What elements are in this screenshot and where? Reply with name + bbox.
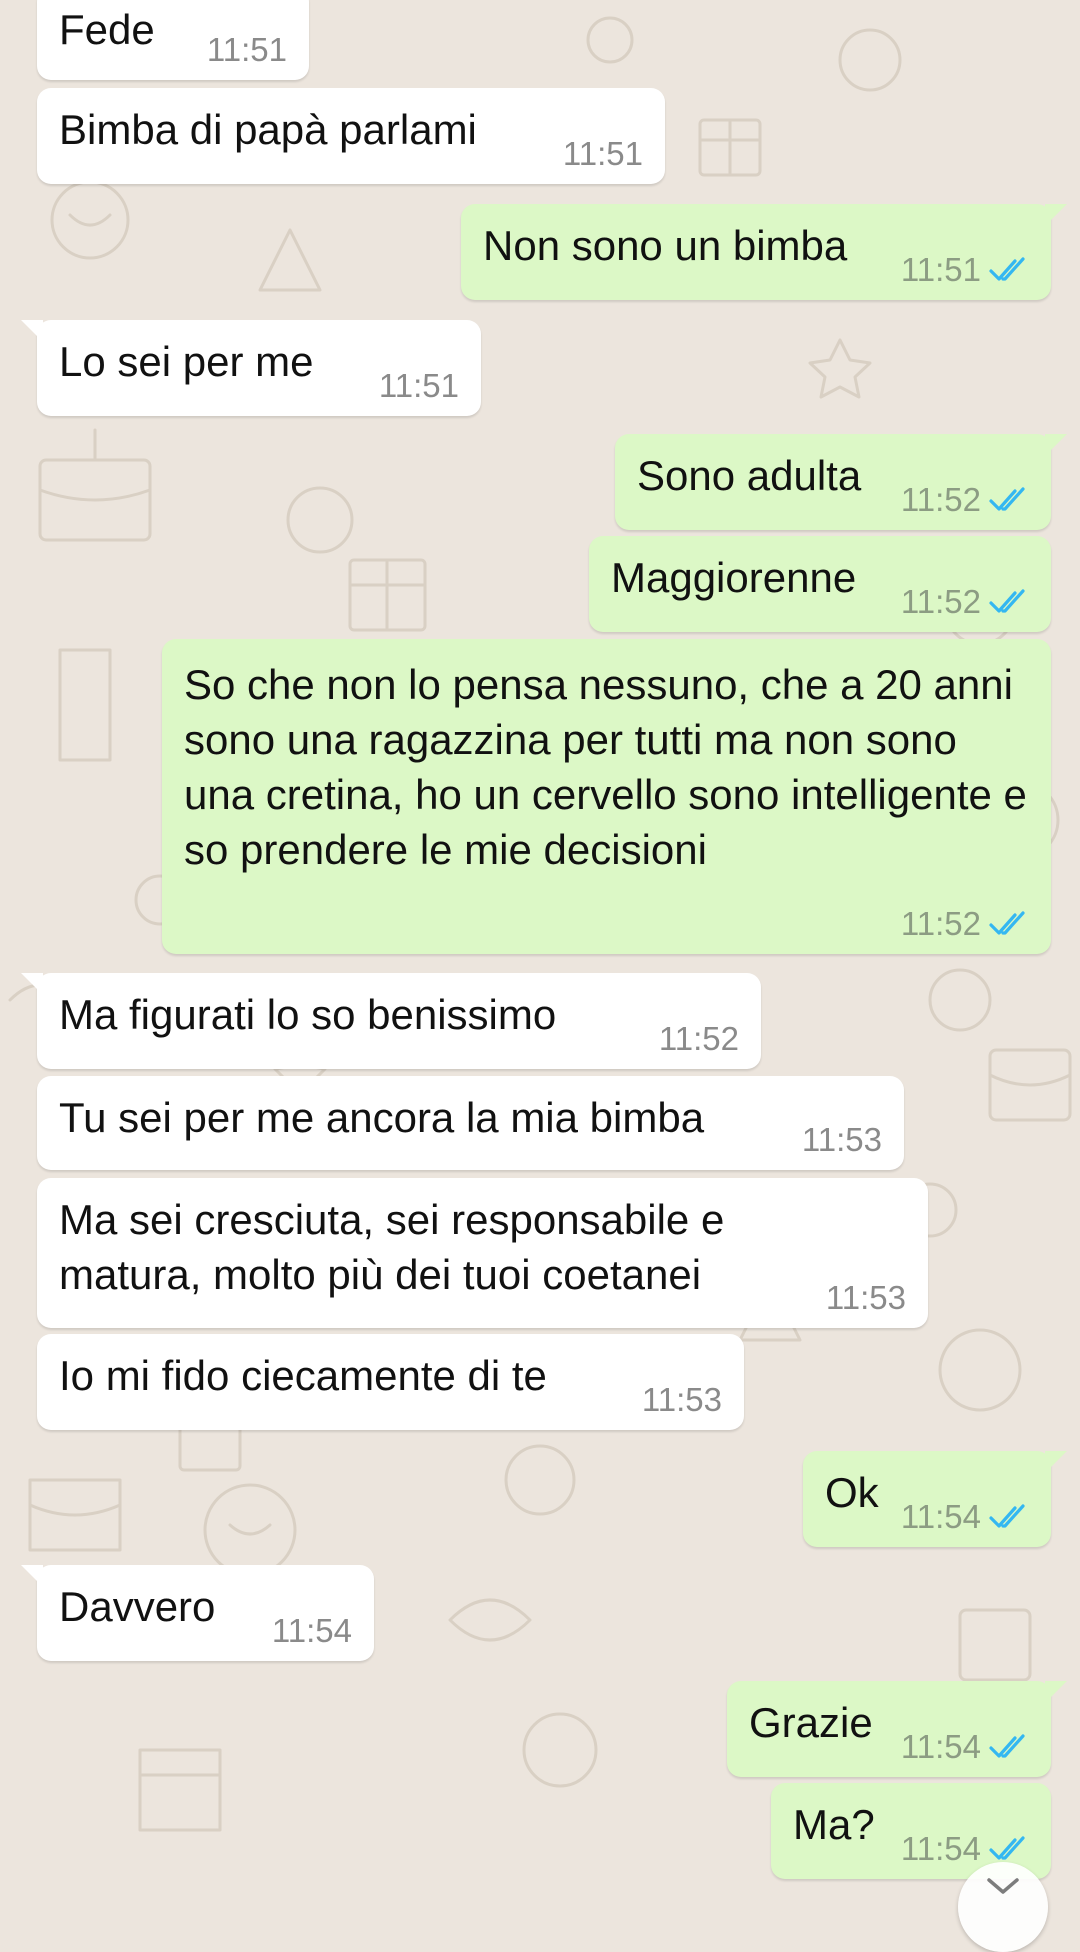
double-check-icon — [989, 257, 1025, 281]
message-time: 11:53 — [801, 1121, 882, 1158]
message-time: 11:54 — [900, 1498, 981, 1535]
message-text: Maggiorenne — [611, 554, 857, 601]
message-bubble-incoming[interactable]: Davvero 11:54 — [21, 1565, 374, 1661]
message-bubble-outgoing[interactable]: Maggiorenne 11:52 — [589, 536, 1051, 632]
bubble-tail — [21, 320, 43, 342]
message-bubble-incoming[interactable]: Lo sei per me 11:51 — [21, 320, 481, 416]
double-check-icon — [989, 1504, 1025, 1528]
bubble-tail — [1045, 204, 1067, 226]
message-time: 11:52 — [658, 1020, 739, 1057]
message-bubble-incoming[interactable]: Ma figurati lo so benissimo 11:52 — [21, 973, 761, 1069]
message-text: Tu sei per me ancora la mia bimba — [59, 1094, 705, 1141]
message-bubble-outgoing[interactable]: So che non lo pensa nessuno, che a 20 an… — [162, 639, 1051, 954]
bubble-tail — [21, 973, 43, 995]
message-meta: 11:51 — [207, 30, 287, 70]
message-list[interactable]: Fede 11:51 Bimba di papà parlami 11:51 N… — [0, 0, 1080, 1885]
message-text: Sono adulta — [637, 452, 862, 499]
message-text: Ok — [825, 1469, 879, 1516]
double-check-icon — [989, 487, 1025, 511]
scroll-to-bottom-button[interactable] — [958, 1862, 1048, 1952]
message-text: Ma sei cresciuta, sei responsabile e mat… — [59, 1196, 736, 1298]
message-time: 11:53 — [825, 1279, 906, 1316]
message-bubble-incoming[interactable]: Ma sei cresciuta, sei responsabile e mat… — [37, 1178, 928, 1328]
message-time: 11:52 — [900, 583, 981, 620]
message-time: 11:51 — [206, 31, 287, 68]
message-text: Ma? — [793, 1801, 875, 1848]
message-meta: 11:51 — [563, 134, 643, 174]
message-bubble-incoming[interactable]: Io mi fido ciecamente di te 11:53 — [37, 1334, 744, 1430]
message-time: 11:54 — [271, 1612, 352, 1649]
message-time: 11:54 — [900, 1728, 981, 1765]
message-meta: 11:54 — [272, 1611, 352, 1651]
message-meta: 11:52 — [901, 582, 1029, 622]
message-bubble-incoming[interactable]: Tu sei per me ancora la mia bimba 11:53 — [37, 1076, 904, 1170]
message-time: 11:52 — [900, 905, 981, 942]
double-check-icon — [989, 911, 1025, 935]
message-meta: 11:52 — [901, 904, 1029, 944]
message-bubble-incoming[interactable]: Bimba di papà parlami 11:51 — [37, 88, 665, 184]
message-meta: 11:54 — [901, 1497, 1029, 1537]
message-text: Bimba di papà parlami — [59, 106, 477, 153]
bubble-tail — [1045, 1451, 1067, 1473]
chevron-down-icon — [987, 1878, 1019, 1894]
message-time: 11:51 — [900, 251, 981, 288]
message-bubble-incoming[interactable]: Fede 11:51 — [37, 0, 309, 80]
message-bubble-outgoing[interactable]: Ok 11:54 — [803, 1451, 1067, 1547]
message-meta: 11:54 — [901, 1727, 1029, 1767]
message-time: 11:51 — [378, 367, 459, 404]
message-bubble-outgoing[interactable]: Sono adulta 11:52 — [615, 434, 1067, 530]
message-time: 11:54 — [900, 1830, 981, 1867]
bubble-tail — [1045, 1681, 1067, 1703]
message-text: Grazie — [749, 1699, 873, 1746]
message-time: 11:51 — [562, 135, 643, 172]
message-text: Fede — [59, 6, 155, 53]
message-meta: 11:53 — [826, 1278, 906, 1318]
message-time: 11:53 — [641, 1381, 722, 1418]
message-meta: 11:53 — [642, 1380, 722, 1420]
bubble-tail — [21, 1565, 43, 1587]
message-meta: 11:51 — [901, 250, 1029, 290]
double-check-icon — [989, 1734, 1025, 1758]
message-meta: 11:53 — [802, 1120, 882, 1160]
double-check-icon — [989, 1836, 1025, 1860]
message-meta: 11:52 — [901, 480, 1029, 520]
message-text: Non sono un bimba — [483, 222, 848, 269]
message-text: Ma figurati lo so benissimo — [59, 991, 557, 1038]
double-check-icon — [989, 589, 1025, 613]
message-text: Io mi fido ciecamente di te — [59, 1352, 547, 1399]
bubble-tail — [1045, 434, 1067, 456]
message-meta: 11:52 — [659, 1019, 739, 1059]
message-bubble-outgoing[interactable]: Grazie 11:54 — [727, 1681, 1067, 1777]
message-time: 11:52 — [900, 481, 981, 518]
message-meta: 11:51 — [379, 366, 459, 406]
message-text: Davvero — [59, 1583, 216, 1630]
message-bubble-outgoing[interactable]: Non sono un bimba 11:51 — [461, 204, 1067, 300]
message-text: Lo sei per me — [59, 338, 314, 385]
message-text: So che non lo pensa nessuno, che a 20 an… — [184, 661, 1039, 873]
